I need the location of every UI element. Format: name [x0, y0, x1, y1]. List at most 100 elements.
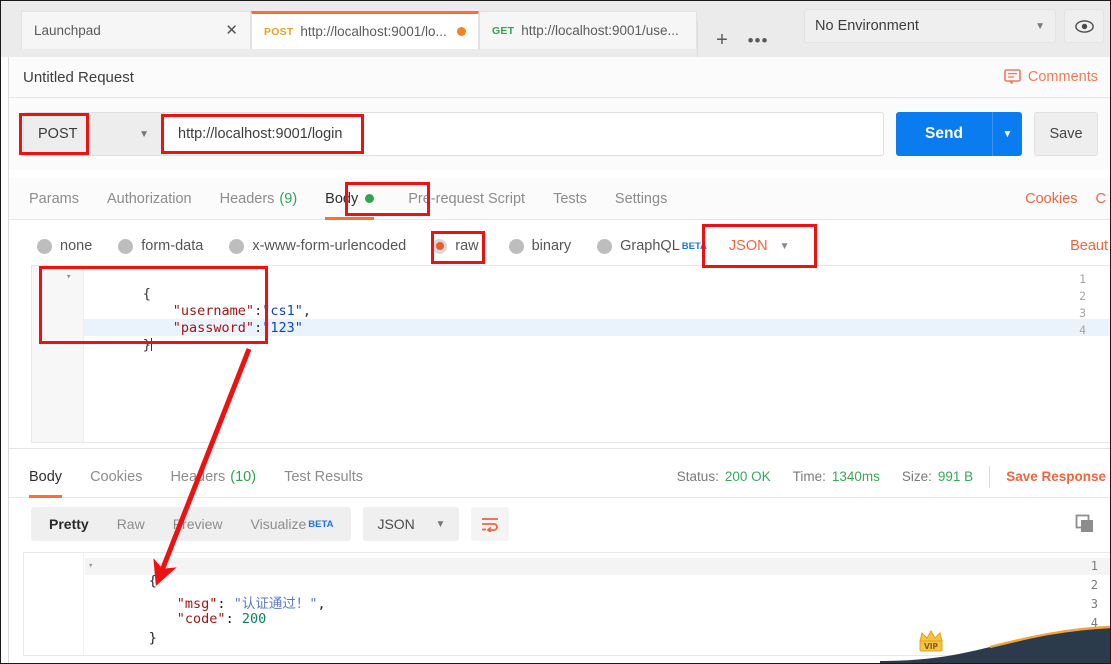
line-number: 1 — [1066, 272, 1086, 286]
response-tab-headers[interactable]: Headers (10) — [170, 456, 256, 498]
cookies-link[interactable]: Cookies — [1025, 191, 1077, 207]
chevron-down-icon: ▼ — [1035, 21, 1045, 32]
body-type-none[interactable]: none — [37, 238, 92, 254]
body-present-dot-icon — [365, 194, 374, 203]
tab-label: Body — [29, 469, 62, 485]
divider — [989, 466, 990, 488]
headers-count: (9) — [279, 191, 297, 207]
tab-settings[interactable]: Settings — [615, 178, 667, 220]
tab-post-login[interactable]: POST http://localhost:9001/lo... — [251, 11, 479, 49]
size-value: 991 B — [938, 469, 973, 484]
line-number: 2 — [1066, 289, 1086, 303]
http-method-label: POST — [38, 126, 77, 142]
tab-launchpad[interactable]: Launchpad ✕ — [21, 11, 251, 49]
radio-icon — [37, 239, 52, 254]
send-group: Send ▼ — [896, 112, 1022, 156]
tab-pre-request-script[interactable]: Pre-request Script — [408, 178, 525, 220]
chevron-down-icon: ▼ — [139, 129, 149, 140]
radio-icon-selected — [432, 239, 447, 254]
close-icon[interactable]: ✕ — [199, 23, 238, 38]
save-button[interactable]: Save — [1034, 112, 1098, 156]
response-format-selector[interactable]: JSON ▼ — [363, 507, 459, 541]
save-response-button[interactable]: Save Response — [1006, 469, 1106, 484]
radio-icon — [509, 239, 524, 254]
tab-headers[interactable]: Headers (9) — [220, 178, 298, 220]
tab-get-user[interactable]: GET http://localhost:9001/use... — [479, 11, 697, 49]
svg-text:VIP: VIP — [924, 642, 939, 651]
send-options-button[interactable]: ▼ — [992, 112, 1022, 156]
request-tabs: Params Authorization Headers (9) Body Pr… — [9, 178, 1111, 220]
word-wrap-button[interactable] — [471, 507, 509, 541]
copy-icon — [1074, 513, 1096, 535]
response-tab-body[interactable]: Body — [29, 456, 62, 498]
tab-params[interactable]: Params — [29, 178, 79, 220]
tab-label: Test Results — [284, 469, 363, 485]
new-tab-button[interactable]: + — [704, 24, 740, 56]
radio-icon — [118, 239, 133, 254]
environment-quick-look-button[interactable] — [1064, 9, 1104, 43]
response-divider — [9, 448, 1111, 449]
view-pretty[interactable]: Pretty — [35, 507, 103, 541]
url-input[interactable]: http://localhost:9001/login — [163, 112, 884, 156]
request-body-editor[interactable]: 1 ▾ { 2 "username":"cs1", 3 "password":"… — [31, 265, 1111, 443]
line-number: 3 — [1066, 306, 1086, 320]
tab-label: Settings — [615, 191, 667, 207]
tab-body[interactable]: Body — [325, 178, 374, 220]
left-rail — [1, 57, 9, 664]
tab-method-label: POST — [264, 26, 293, 38]
token: : — [254, 320, 262, 336]
tab-tests[interactable]: Tests — [553, 178, 587, 220]
view-preview[interactable]: Preview — [159, 507, 237, 541]
postman-window: Launchpad ✕ POST http://localhost:9001/l… — [0, 0, 1111, 664]
body-type-binary[interactable]: binary — [509, 238, 572, 254]
token: , — [317, 596, 325, 612]
view-raw[interactable]: Raw — [103, 507, 159, 541]
code-line: } — [100, 614, 157, 662]
page-title: Untitled Request — [23, 69, 134, 86]
status-label: Status: — [677, 469, 719, 484]
response-tab-test-results[interactable]: Test Results — [284, 456, 363, 498]
option-label: GraphQL — [620, 238, 680, 254]
tab-label: Pre-request Script — [408, 191, 525, 207]
tab-authorization[interactable]: Authorization — [107, 178, 192, 220]
fold-arrow-icon[interactable]: ▾ — [66, 272, 71, 282]
code-line: } — [94, 321, 152, 369]
view-visualize[interactable]: Visualize BETA — [237, 507, 348, 541]
environment-selector[interactable]: No Environment ▼ — [804, 9, 1056, 43]
tab-more-options-button[interactable]: ••• — [740, 24, 776, 56]
token: "password" — [173, 320, 254, 336]
tab-label: Tests — [553, 191, 587, 207]
body-type-urlencoded[interactable]: x-www-form-urlencoded — [229, 238, 406, 254]
chevron-down-icon: ▼ — [780, 241, 790, 252]
code-link[interactable]: C — [1096, 191, 1106, 207]
copy-response-button[interactable] — [1074, 513, 1096, 535]
response-tab-cookies[interactable]: Cookies — [90, 456, 142, 498]
tab-label: Params — [29, 191, 79, 207]
body-format-selector[interactable]: JSON ▼ — [729, 238, 790, 254]
body-type-graphql[interactable]: GraphQL BETA — [597, 238, 707, 254]
radio-icon — [597, 239, 612, 254]
request-name-bar: Untitled Request Comments — [9, 57, 1111, 98]
url-value: http://localhost:9001/login — [178, 126, 342, 142]
tab-strip: Launchpad ✕ POST http://localhost:9001/l… — [1, 1, 782, 59]
beautify-button[interactable]: Beaut — [1070, 238, 1111, 254]
comments-label: Comments — [1028, 69, 1098, 85]
environment-label: No Environment — [815, 18, 919, 34]
token: } — [143, 337, 151, 353]
tab-label: http://localhost:9001/use... — [521, 23, 679, 38]
viewer-active-line — [85, 558, 1111, 575]
radio-icon — [229, 239, 244, 254]
body-type-form-data[interactable]: form-data — [118, 238, 203, 254]
status-badge: 200 OK — [725, 469, 771, 484]
http-method-selector[interactable]: POST ▼ — [23, 112, 163, 156]
comments-button[interactable]: Comments — [1004, 69, 1098, 85]
token: } — [149, 630, 157, 646]
send-button[interactable]: Send — [896, 112, 992, 156]
body-type-raw[interactable]: raw — [432, 238, 478, 254]
tab-label: Headers — [220, 191, 275, 207]
text-cursor — [151, 338, 152, 351]
fold-arrow-icon[interactable]: ▾ — [88, 561, 93, 571]
body-format-label: JSON — [729, 238, 768, 254]
token: , — [303, 303, 311, 319]
viewer-gutter — [24, 553, 84, 655]
